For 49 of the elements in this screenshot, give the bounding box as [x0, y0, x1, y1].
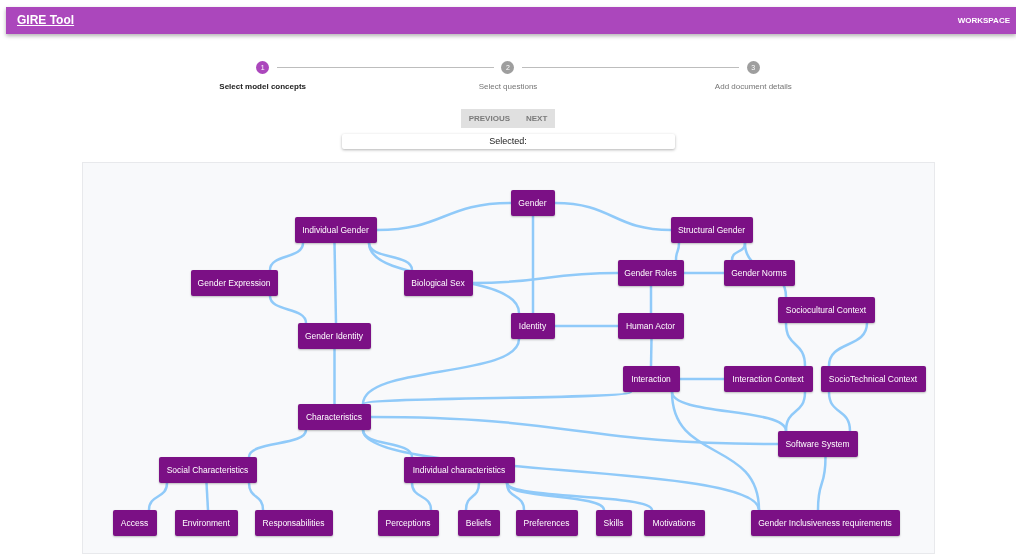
connector-line — [649, 338, 653, 367]
step-label: Select questions — [478, 81, 538, 91]
connector-line — [816, 456, 827, 511]
concept-node[interactable]: Gender Expression — [190, 270, 278, 296]
connector-line — [247, 482, 264, 511]
concept-node[interactable]: Individual characteristics — [403, 457, 515, 483]
workspace-link[interactable]: WORKSPACE — [957, 15, 1010, 25]
concept-node[interactable]: Identity — [510, 313, 555, 339]
concept-node[interactable]: Individual Gender — [294, 217, 377, 243]
connector-line — [674, 242, 680, 261]
connector-line — [827, 391, 851, 432]
connector-line — [784, 322, 806, 367]
connector-line — [554, 324, 618, 328]
concept-node[interactable]: Gender Inclusiveness requirements — [750, 510, 900, 536]
concept-node[interactable]: Motivations — [643, 510, 705, 536]
connector-line — [332, 349, 336, 404]
concept-node[interactable]: Gender Identity — [297, 323, 371, 349]
connector-line — [147, 482, 168, 511]
concept-node[interactable]: Responsabilities — [254, 510, 333, 536]
concept-node[interactable]: Human Actor — [617, 313, 684, 339]
concept-node[interactable]: Software System — [777, 431, 858, 457]
connector-line — [268, 295, 307, 324]
concept-node[interactable]: Gender Norms — [723, 260, 795, 286]
selected-panel: Selected: — [341, 133, 675, 149]
concept-node[interactable]: Access — [112, 510, 157, 536]
concept-node[interactable]: Skills — [595, 510, 632, 536]
concept-node[interactable]: Social Characteristics — [158, 457, 257, 483]
connector-line — [268, 242, 304, 271]
concept-node[interactable]: Interaction — [622, 366, 680, 392]
concept-node[interactable]: Preferences — [515, 510, 578, 536]
step-label: Add document details — [714, 81, 792, 91]
step-label: Select model concepts — [219, 81, 306, 91]
concept-node[interactable]: Beliefs — [457, 510, 500, 536]
concept-node[interactable]: Environment — [174, 510, 238, 536]
concept-node[interactable]: Characteristics — [297, 404, 371, 430]
connector-line — [204, 482, 209, 511]
connector-line — [649, 286, 652, 313]
connector-line — [827, 322, 868, 367]
concept-node[interactable]: SocioTechnical Context — [820, 366, 926, 392]
concept-node[interactable]: Sociocultural Context — [777, 297, 875, 323]
concept-node[interactable]: Structural Gender — [670, 217, 753, 243]
connector-line — [247, 429, 307, 458]
concept-node[interactable]: Biological Sex — [403, 270, 473, 296]
concept-node[interactable]: Gender — [510, 190, 555, 216]
concept-node[interactable]: Perceptions — [377, 510, 439, 536]
app-title-link[interactable]: GIRE Tool — [17, 13, 75, 28]
concept-node[interactable]: Interaction Context — [723, 366, 813, 392]
connector-line — [679, 377, 724, 381]
concept-node[interactable]: Gender Roles — [617, 260, 684, 286]
